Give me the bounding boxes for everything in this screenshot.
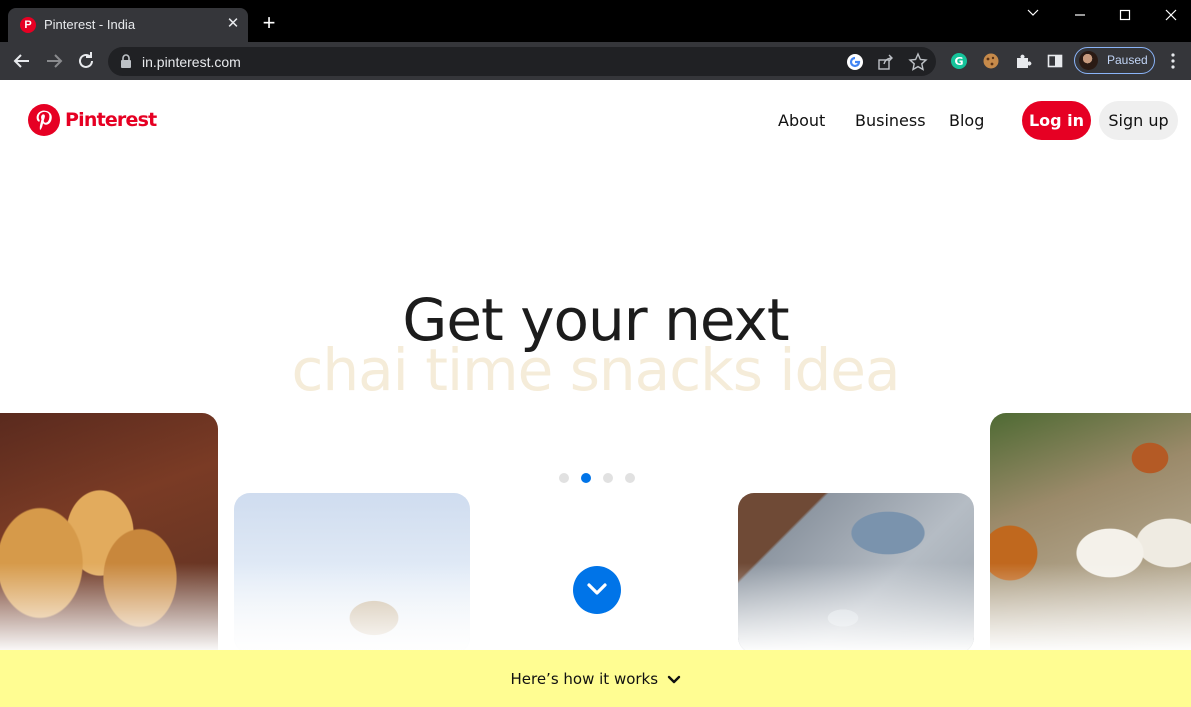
maximize-icon[interactable] [1102, 4, 1148, 26]
chevron-down-icon [667, 675, 680, 683]
scroll-down-button[interactable] [573, 566, 621, 614]
how-it-works-bar[interactable]: Here’s how it works [0, 650, 1191, 707]
login-button[interactable]: Log in [1022, 101, 1091, 140]
carousel-dots [559, 473, 635, 483]
carousel-dot[interactable] [603, 473, 613, 483]
nav-blog[interactable]: Blog [949, 111, 984, 130]
svg-text:G: G [954, 55, 963, 68]
logo-text: Pinterest [65, 109, 157, 131]
pinterest-favicon-icon: P [20, 17, 36, 33]
new-tab-icon[interactable]: + [258, 12, 280, 34]
avatar [1079, 51, 1098, 70]
samosa-image [0, 413, 218, 653]
grammarly-icon[interactable]: G [950, 52, 968, 70]
carousel-dot[interactable] [559, 473, 569, 483]
profile-status: Paused [1107, 53, 1148, 67]
lock-icon [121, 54, 131, 68]
rustic-spoon-image [738, 493, 974, 653]
forward-icon[interactable] [43, 50, 65, 72]
nav-business[interactable]: Business [855, 111, 926, 130]
nav-about[interactable]: About [778, 111, 825, 130]
share-icon[interactable] [876, 52, 896, 72]
pinterest-logo-icon [28, 104, 60, 136]
tab-search-icon[interactable] [1010, 4, 1056, 26]
sky-snack-image [234, 493, 470, 653]
address-bar[interactable]: in.pinterest.com [108, 47, 936, 76]
browser-tab[interactable]: P Pinterest - India ✕ [8, 8, 248, 42]
signup-button[interactable]: Sign up [1099, 101, 1178, 140]
close-window-icon[interactable] [1148, 4, 1191, 26]
tab-title: Pinterest - India [44, 17, 136, 32]
chevron-down-icon [587, 583, 607, 595]
carousel-dot[interactable] [625, 473, 635, 483]
minimize-icon[interactable] [1057, 4, 1103, 26]
cookie-icon[interactable] [982, 52, 1000, 70]
carousel-dot-active[interactable] [581, 473, 591, 483]
url-text: in.pinterest.com [142, 54, 241, 70]
browser-titlebar: P Pinterest - India ✕ + [0, 0, 1191, 42]
back-icon[interactable] [11, 50, 33, 72]
side-panel-icon[interactable] [1046, 52, 1064, 70]
profile-button[interactable]: Paused [1074, 47, 1155, 74]
bookmark-star-icon[interactable] [908, 52, 928, 72]
pinterest-page: Pinterest About Business Blog Log in Sig… [0, 80, 1191, 707]
close-tab-icon[interactable]: ✕ [224, 15, 242, 33]
how-it-works-label: Here’s how it works [510, 670, 659, 688]
browser-toolbar: in.pinterest.com G Paused [0, 42, 1191, 80]
google-icon[interactable] [845, 52, 865, 72]
browser-menu-icon[interactable] [1166, 52, 1180, 70]
pinterest-logo[interactable]: Pinterest [28, 103, 157, 137]
extensions-puzzle-icon[interactable] [1014, 52, 1032, 70]
reload-icon[interactable] [75, 50, 97, 72]
idli-image [990, 413, 1191, 653]
hero-subheadline: chai time snacks idea [291, 336, 900, 404]
